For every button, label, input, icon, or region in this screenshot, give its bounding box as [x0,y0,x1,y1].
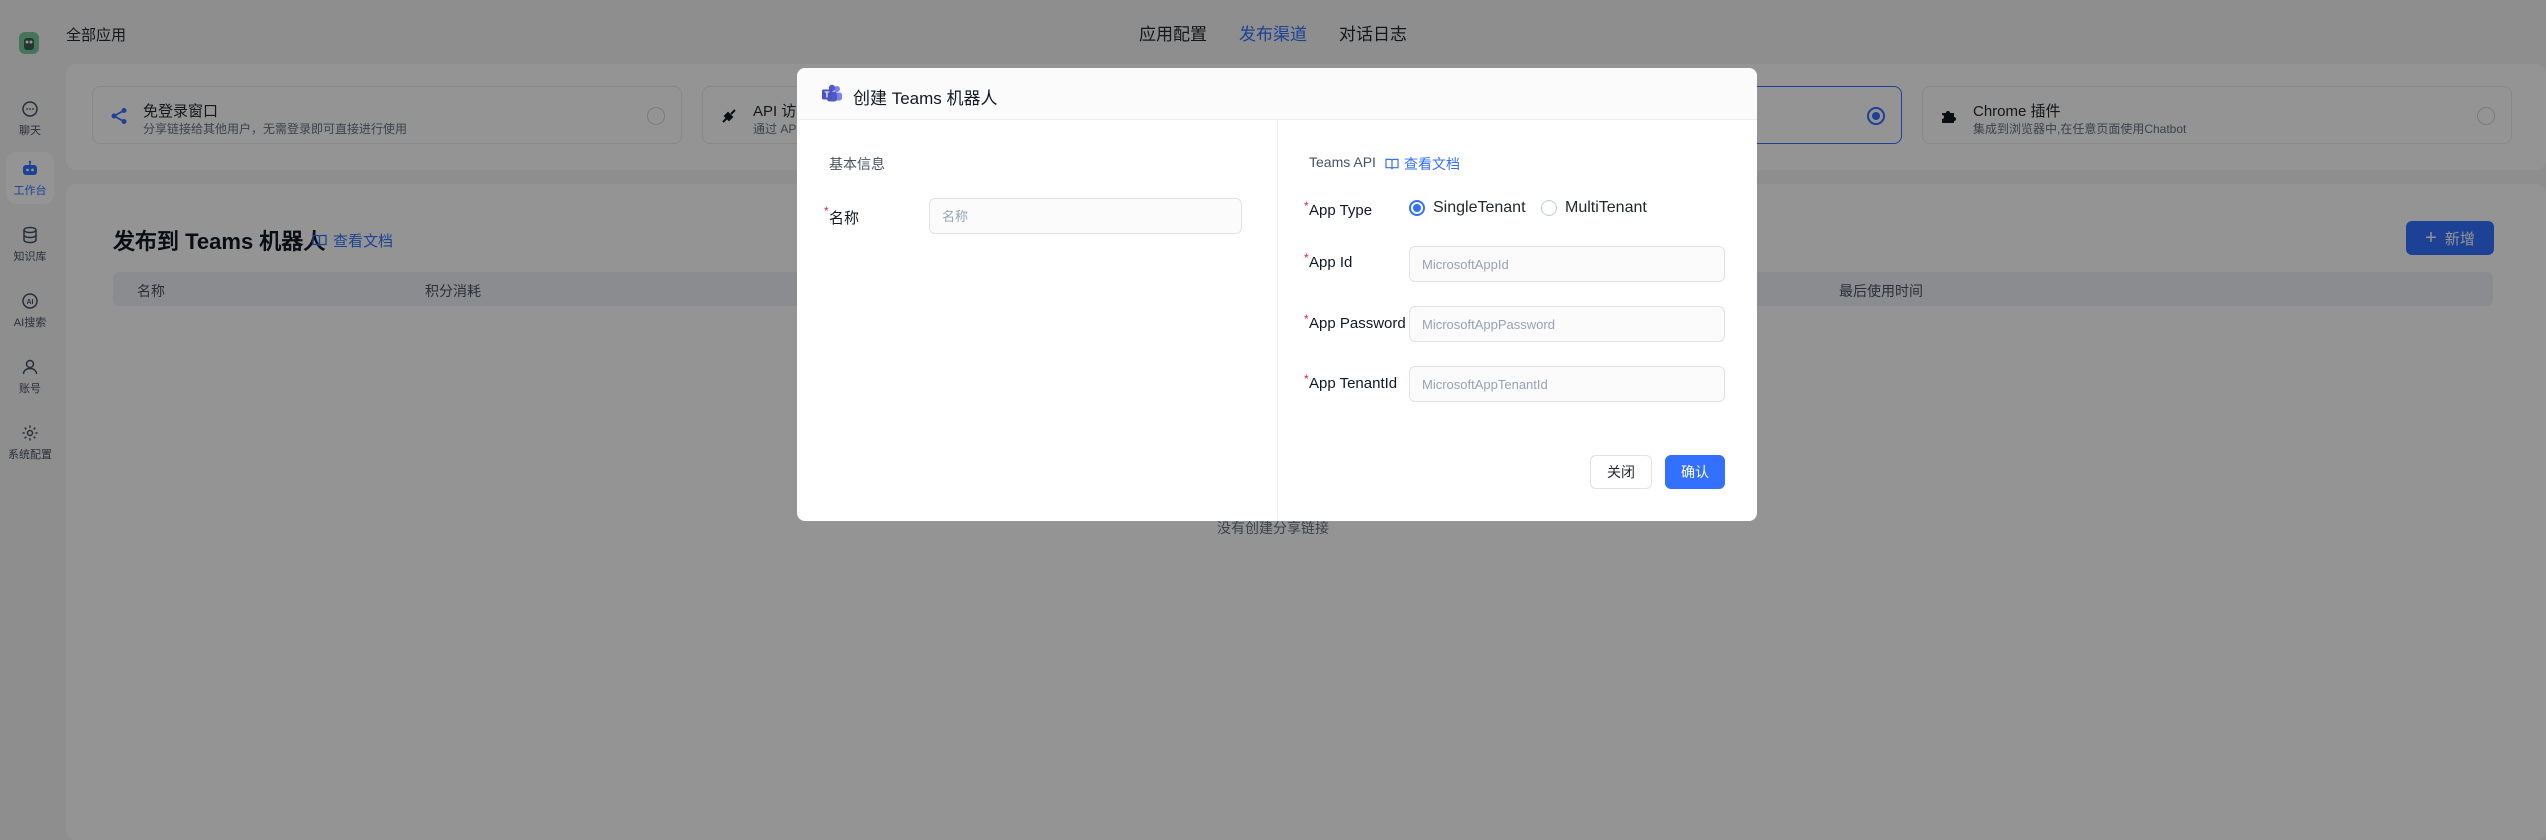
modal-column-divider [1277,120,1278,521]
required-marker: * [1304,251,1309,265]
svg-text:T: T [825,91,830,100]
name-label: * 名称 [824,204,860,228]
radio-checked-icon [1409,200,1425,216]
teams-icon: T [822,84,842,102]
close-button[interactable]: 关闭 [1590,455,1652,489]
app-password-input[interactable] [1409,306,1725,342]
create-teams-bot-modal: T 创建 Teams 机器人 基本信息 * 名称 Teams API 查看文档 … [797,68,1757,521]
app-tenant-label-text: App TenantId [1309,375,1398,392]
app-id-label-text: App Id [1309,254,1353,271]
app-id-input[interactable] [1409,246,1725,282]
app-type-label: * App Type [1304,199,1373,219]
radio-multi-tenant-label: MultiTenant [1565,199,1647,216]
radio-multi-tenant[interactable]: MultiTenant [1541,199,1647,217]
basic-info-title: 基本信息 [829,156,885,172]
app-id-label: * App Id [1304,251,1353,271]
name-input[interactable] [929,198,1242,234]
teams-api-title: Teams API [1309,154,1376,170]
name-label-text: 名称 [829,210,860,227]
radio-single-tenant[interactable]: SingleTenant [1409,199,1526,217]
radio-single-tenant-label: SingleTenant [1433,199,1526,216]
app-tenant-label: * App TenantId [1304,372,1398,392]
app-type-label-text: App Type [1309,202,1373,219]
teams-view-docs-label: 查看文档 [1404,156,1460,172]
required-marker: * [824,204,829,218]
required-marker: * [1304,199,1309,213]
confirm-button[interactable]: 确认 [1665,455,1725,489]
app-tenant-input[interactable] [1409,366,1725,402]
required-marker: * [1304,312,1309,326]
radio-unchecked-icon [1541,200,1557,216]
modal-header: T 创建 Teams 机器人 [797,68,1757,120]
book-icon [1385,158,1399,170]
app-password-label-text: App Password [1309,315,1406,332]
modal-title: 创建 Teams 机器人 [853,89,998,108]
app-password-label: * App Password [1304,312,1406,332]
teams-view-docs-link[interactable]: 查看文档 [1385,154,1460,174]
required-marker: * [1304,372,1309,386]
